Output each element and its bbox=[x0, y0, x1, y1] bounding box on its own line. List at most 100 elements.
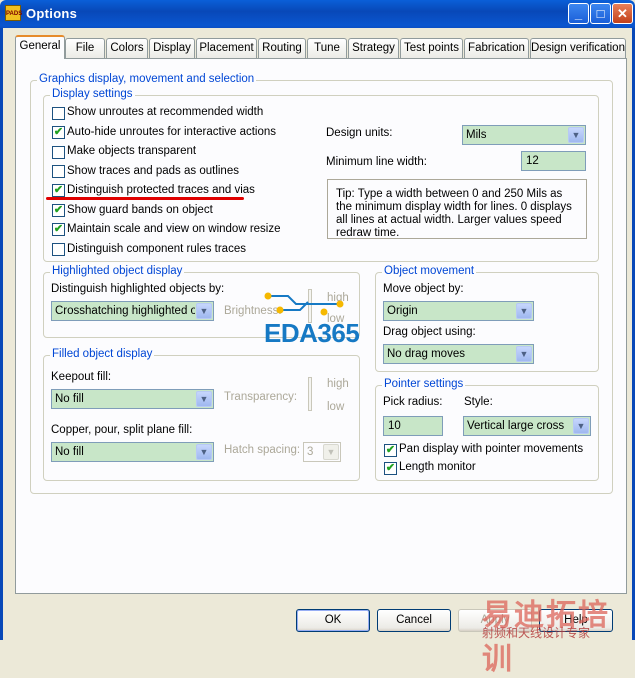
minimize-icon: _ bbox=[574, 6, 583, 21]
transparency-slider[interactable] bbox=[308, 377, 312, 411]
hatch-spacing-select[interactable]: 3 ▼ bbox=[303, 442, 341, 462]
label-maintain-scale: Maintain scale and view on window resize bbox=[67, 223, 281, 235]
move-object-value: Origin bbox=[387, 305, 418, 317]
min-line-width-label: Minimum line width: bbox=[326, 156, 427, 168]
label-pan-display: Pan display with pointer movements bbox=[399, 443, 584, 455]
design-units-select[interactable]: Mils ▼ bbox=[462, 125, 586, 145]
window-title: Options bbox=[26, 6, 78, 21]
checkmark-icon: ✔ bbox=[385, 462, 396, 474]
label-show-unroutes: Show unroutes at recommended width bbox=[67, 106, 264, 118]
pick-radius-value: 10 bbox=[388, 420, 401, 432]
checkbox-outlines[interactable] bbox=[52, 165, 65, 178]
tab-colors[interactable]: Colors bbox=[106, 38, 148, 58]
design-units-label: Design units: bbox=[326, 127, 393, 139]
distinguish-by-select[interactable]: Crosshatching highlighted obje ▼ bbox=[51, 301, 214, 321]
min-line-width-value: 12 bbox=[526, 155, 539, 167]
label-guard-bands: Show guard bands on object bbox=[67, 204, 213, 216]
tab-general[interactable]: General bbox=[15, 35, 65, 59]
chevron-down-icon[interactable]: ▼ bbox=[516, 303, 532, 319]
checkmark-icon: ✔ bbox=[53, 126, 64, 138]
tab-file[interactable]: File bbox=[65, 38, 105, 58]
pick-radius-input[interactable]: 10 bbox=[383, 416, 443, 436]
distinguish-by-label: Distinguish highlighted objects by: bbox=[51, 283, 225, 295]
chevron-down-icon[interactable]: ▼ bbox=[323, 444, 339, 460]
style-value: Vertical large cross bbox=[467, 420, 565, 432]
eda365-watermark: EDA365 bbox=[264, 318, 360, 348]
red-underline-annotation bbox=[46, 197, 244, 200]
min-line-width-input[interactable]: 12 bbox=[521, 151, 586, 171]
checkbox-transparent[interactable] bbox=[52, 146, 65, 159]
checkbox-show-unroutes[interactable] bbox=[52, 107, 65, 120]
pointer-settings-title: Pointer settings bbox=[382, 378, 466, 390]
maximize-icon: □ bbox=[596, 6, 605, 21]
transparency-high-label: high bbox=[327, 378, 349, 390]
label-outlines: Show traces and pads as outlines bbox=[67, 165, 239, 177]
transparency-label: Transparency: bbox=[224, 391, 298, 403]
app-icon: PADS bbox=[5, 5, 22, 21]
window-border-left bbox=[0, 28, 3, 640]
cn-watermark-subtitle: 射频和天线设计专家 bbox=[482, 626, 591, 640]
tab-strategy[interactable]: Strategy bbox=[348, 38, 399, 58]
chevron-down-icon[interactable]: ▼ bbox=[568, 127, 584, 143]
maximize-button[interactable]: □ bbox=[590, 3, 611, 24]
checkbox-component-rules[interactable] bbox=[52, 243, 65, 256]
checkmark-icon: ✔ bbox=[385, 444, 396, 456]
label-length-monitor: Length monitor bbox=[399, 461, 476, 473]
hatch-spacing-label: Hatch spacing: bbox=[224, 444, 301, 456]
tip-box: Tip: Type a width between 0 and 250 Mils… bbox=[327, 179, 587, 239]
tab-tune[interactable]: Tune bbox=[307, 38, 347, 58]
checkmark-icon: ✔ bbox=[53, 204, 64, 216]
close-icon: ✕ bbox=[617, 6, 628, 21]
keepout-fill-select[interactable]: No fill ▼ bbox=[51, 389, 214, 409]
pick-radius-label: Pick radius: bbox=[383, 396, 443, 408]
copper-fill-label: Copper, pour, split plane fill: bbox=[51, 424, 193, 436]
checkbox-maintain-scale[interactable]: ✔ bbox=[52, 223, 65, 236]
keepout-fill-value: No fill bbox=[55, 393, 84, 405]
checkbox-length-monitor[interactable]: ✔ bbox=[384, 462, 397, 475]
chevron-down-icon[interactable]: ▼ bbox=[196, 444, 212, 460]
tab-fabrication[interactable]: Fabrication bbox=[464, 38, 529, 58]
ok-button[interactable]: OK bbox=[296, 609, 370, 632]
checkbox-auto-hide-unroutes[interactable]: ✔ bbox=[52, 126, 65, 139]
drag-object-label: Drag object using: bbox=[383, 326, 476, 338]
label-auto-hide-unroutes: Auto-hide unroutes for interactive actio… bbox=[67, 126, 277, 138]
tab-routing[interactable]: Routing bbox=[258, 38, 306, 58]
keepout-fill-label: Keepout fill: bbox=[51, 371, 112, 383]
checkmark-icon: ✔ bbox=[53, 184, 64, 196]
copper-fill-select[interactable]: No fill ▼ bbox=[51, 442, 214, 462]
cancel-button[interactable]: Cancel bbox=[377, 609, 451, 632]
drag-object-select[interactable]: No drag moves ▼ bbox=[383, 344, 534, 364]
chevron-down-icon[interactable]: ▼ bbox=[196, 391, 212, 407]
checkbox-distinguish-protected[interactable]: ✔ bbox=[52, 184, 65, 197]
label-component-rules: Distinguish component rules traces bbox=[67, 243, 246, 255]
copper-fill-value: No fill bbox=[55, 446, 84, 458]
tab-display[interactable]: Display bbox=[149, 38, 195, 58]
title-bar: PADS Options _ □ ✕ bbox=[0, 0, 635, 28]
drag-object-value: No drag moves bbox=[387, 348, 465, 360]
hatch-spacing-value: 3 bbox=[307, 446, 314, 458]
checkmark-icon: ✔ bbox=[53, 223, 64, 235]
move-object-label: Move object by: bbox=[383, 283, 464, 295]
distinguish-by-value: Crosshatching highlighted obje bbox=[55, 305, 195, 317]
display-settings-title: Display settings bbox=[50, 88, 135, 100]
graphics-group-title: Graphics display, movement and selection bbox=[37, 73, 257, 85]
tab-design-verification[interactable]: Design verification bbox=[530, 38, 626, 58]
close-button[interactable]: ✕ bbox=[612, 3, 633, 24]
style-select[interactable]: Vertical large cross ▼ bbox=[463, 416, 591, 436]
filled-title: Filled object display bbox=[50, 348, 155, 360]
chevron-down-icon[interactable]: ▼ bbox=[516, 346, 532, 362]
design-units-value: Mils bbox=[466, 129, 487, 141]
tab-placement[interactable]: Placement bbox=[196, 38, 257, 58]
checkbox-pan-display[interactable]: ✔ bbox=[384, 444, 397, 457]
tip-text: Tip: Type a width between 0 and 250 Mils… bbox=[336, 188, 572, 239]
transparency-low-label: low bbox=[327, 401, 345, 413]
move-object-select[interactable]: Origin ▼ bbox=[383, 301, 534, 321]
eda365-logo-graphic bbox=[264, 292, 344, 316]
label-transparent: Make objects transparent bbox=[67, 145, 197, 157]
checkbox-guard-bands[interactable]: ✔ bbox=[52, 204, 65, 217]
style-label: Style: bbox=[464, 396, 493, 408]
minimize-button[interactable]: _ bbox=[568, 3, 589, 24]
chevron-down-icon[interactable]: ▼ bbox=[573, 418, 589, 434]
chevron-down-icon[interactable]: ▼ bbox=[196, 303, 212, 319]
tab-test-points[interactable]: Test points bbox=[400, 38, 463, 58]
